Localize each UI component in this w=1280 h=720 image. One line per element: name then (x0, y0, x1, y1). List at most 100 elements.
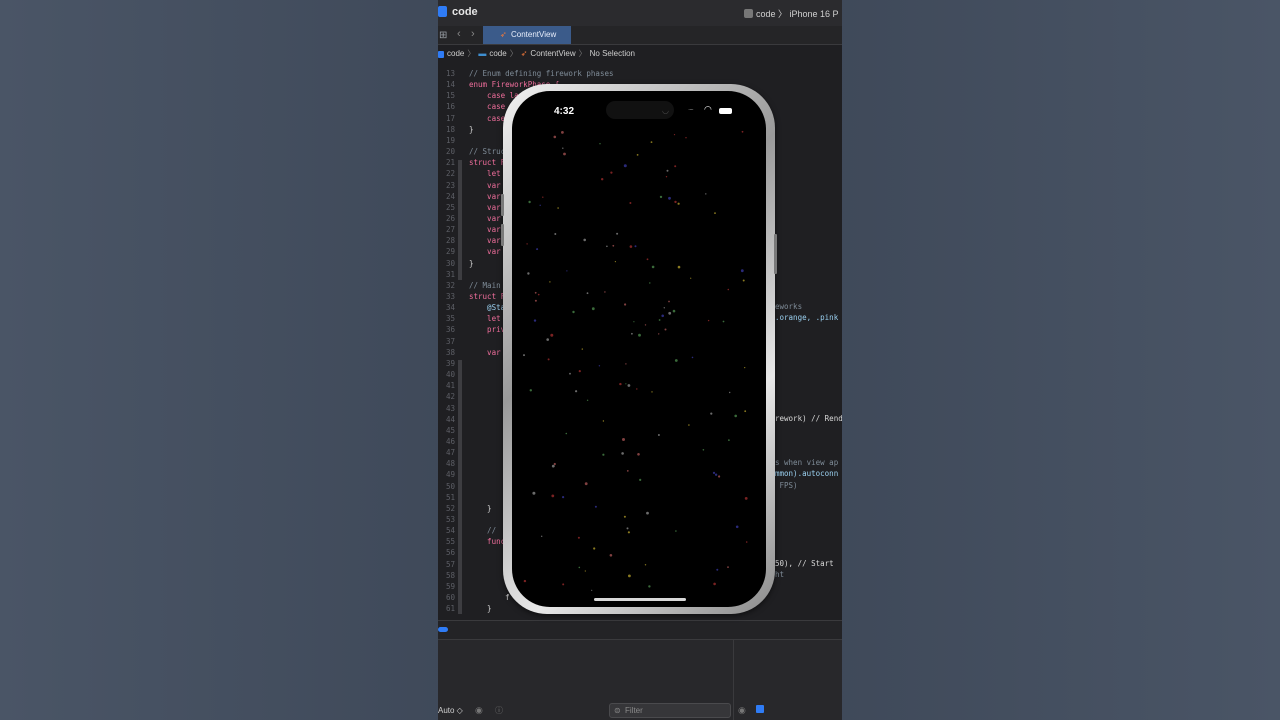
firework-particle (554, 233, 557, 235)
chevron-right-icon[interactable]: › (471, 28, 475, 40)
line-number: 25 (445, 202, 455, 212)
firework-particle (578, 370, 581, 373)
firework-particle (586, 399, 589, 401)
firework-particle (744, 497, 748, 500)
firework-particle (523, 579, 527, 583)
filter-icon: ⊜ (614, 706, 621, 715)
simulator-screen[interactable]: 4:32 ◡ .... ◠ (512, 91, 766, 607)
firework-particle (674, 165, 677, 168)
code-fragment: 50), // Start (775, 558, 834, 568)
firework-particle (727, 288, 730, 291)
firework-particle (534, 291, 537, 294)
code-fragment: s when view ap (775, 458, 839, 468)
firework-particle (639, 478, 642, 481)
firework-particle (661, 314, 664, 318)
line-number: 33 (445, 292, 455, 301)
home-indicator[interactable] (594, 598, 686, 601)
breadcrumb-selection[interactable]: No Selection (590, 49, 635, 58)
firework-particle (716, 568, 719, 571)
firework-particle (636, 388, 638, 390)
breadcrumb-file[interactable]: ContentView (530, 49, 575, 58)
firework-particle (598, 365, 601, 367)
code-fragment: eworks (775, 302, 803, 312)
console-toggle-icon[interactable] (756, 705, 764, 713)
firework-particle (533, 319, 537, 322)
firework-particle (553, 135, 557, 139)
code-text: // (469, 526, 501, 536)
code-fragment: rework) // Rend (775, 413, 842, 423)
firework-particle (625, 383, 627, 385)
firework-particle (549, 281, 551, 283)
firework-particle (740, 269, 744, 273)
firework-particle (621, 452, 624, 455)
firework-particle (644, 564, 647, 566)
line-number: 31 (445, 269, 455, 279)
firework-particle (602, 453, 605, 456)
firework-particle (710, 412, 713, 415)
code-line[interactable]: 13 // Enum defining firework phases (438, 68, 842, 79)
filter-input[interactable]: ⊜ Filter (609, 703, 731, 718)
grid-icon[interactable]: ⊞ (439, 30, 447, 41)
firework-particle (566, 270, 568, 272)
line-number: 59 (445, 581, 455, 591)
code-text: } (469, 503, 492, 513)
battery-icon (719, 108, 732, 114)
firework-particle (672, 309, 676, 313)
scheme-selector[interactable]: code 〉 iPhone 16 P (744, 7, 839, 20)
firework-particle (601, 178, 604, 181)
firework-particle (551, 464, 555, 468)
firework-particle (650, 141, 653, 143)
line-number: 47 (445, 448, 455, 458)
line-number: 20 (445, 147, 455, 157)
firework-particle (658, 319, 661, 321)
firework-particle (609, 554, 613, 557)
project-icon (438, 6, 447, 17)
firework-particle (581, 348, 583, 350)
code-fragment: mmon).autoconn (775, 469, 839, 479)
firework-particle (735, 525, 739, 529)
firework-particle (594, 505, 597, 508)
firework-particle (604, 291, 606, 293)
tab-contentview[interactable]: ➶ ContentView (483, 26, 571, 44)
line-number: 39 (445, 358, 455, 368)
firework-particle (619, 382, 622, 386)
firework-particle (718, 475, 721, 478)
line-number: 41 (445, 381, 455, 391)
firework-particle (668, 311, 672, 315)
firework-particle (557, 207, 559, 209)
breadcrumb-project[interactable]: code (447, 49, 464, 58)
line-number: 49 (445, 470, 455, 480)
firework-particle (713, 582, 716, 586)
firework-particle (586, 292, 589, 295)
firework-particle (536, 248, 539, 251)
firework-particle (634, 245, 637, 248)
project-name[interactable]: code (452, 6, 478, 18)
firework-particle (688, 424, 690, 426)
firework-particle (528, 200, 531, 204)
chevron-left-icon[interactable]: ‹ (457, 28, 461, 40)
firework-particle (714, 212, 716, 214)
firework-particle (624, 303, 627, 306)
info-icon[interactable]: ⓘ (495, 705, 503, 716)
firework-particle (599, 143, 601, 145)
folder-icon: ▬ (478, 49, 487, 58)
firework-particle (562, 147, 564, 149)
firework-particle (537, 293, 540, 296)
eye-icon[interactable]: ◉ (475, 705, 483, 716)
firework-particle (637, 453, 640, 456)
debug-split-divider[interactable] (733, 640, 734, 720)
line-number: 54 (445, 526, 455, 536)
firework-particle (665, 176, 668, 178)
breadcrumb-folder[interactable]: code (489, 49, 506, 58)
firework-particle (674, 359, 678, 362)
firework-particle (577, 536, 580, 539)
auto-selector[interactable]: Auto ◇ (438, 706, 463, 715)
eye-icon[interactable]: ◉ (738, 705, 746, 716)
swift-icon: ➶ (520, 49, 528, 58)
debug-area-toggle[interactable] (438, 627, 448, 632)
iphone-simulator: 4:32 ◡ .... ◠ (501, 84, 777, 614)
line-number: 23 (445, 180, 455, 190)
firework-particle (623, 515, 626, 518)
swift-icon: ➶ (500, 30, 507, 39)
firework-particle (627, 531, 630, 534)
